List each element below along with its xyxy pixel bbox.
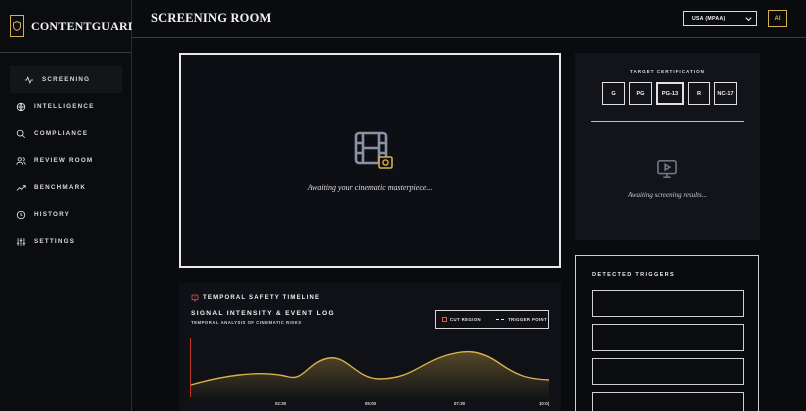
trigger-point-dash bbox=[495, 319, 504, 320]
chevron-down-icon bbox=[745, 17, 752, 22]
sidebar-item-label: INTELLIGENCE bbox=[34, 103, 95, 110]
legend-trigger-point: TRIGGER POINT bbox=[495, 317, 548, 322]
sidebar-item-label: SETTINGS bbox=[34, 238, 76, 245]
page-title: SCREENING ROOM bbox=[151, 11, 272, 25]
triggers-title: DETECTED TRIGGERS bbox=[592, 272, 676, 278]
sidebar-item-intelligence[interactable]: INTELLIGENCE bbox=[0, 93, 131, 120]
legend-label: CUT REGION bbox=[450, 317, 481, 322]
film-upload-icon bbox=[354, 131, 394, 176]
sidebar-item-label: COMPLIANCE bbox=[34, 130, 89, 137]
timeline-header-label: TEMPORAL SAFETY TIMELINE bbox=[203, 295, 321, 301]
x-tick: 07:30 bbox=[454, 401, 465, 406]
results-placeholder: Awaiting screening results... bbox=[627, 191, 707, 199]
video-upload-dropzone[interactable]: Awaiting your cinematic masterpiece... bbox=[179, 53, 561, 268]
rating-nc-17[interactable]: NC-17 bbox=[714, 82, 737, 105]
sidebar-item-compliance[interactable]: COMPLIANCE bbox=[0, 120, 131, 147]
monitor-play-icon bbox=[656, 159, 678, 184]
sidebar-item-history[interactable]: HISTORY bbox=[0, 201, 131, 228]
chart-legend: CUT REGION TRIGGER POINT bbox=[435, 310, 549, 329]
chart-title: SIGNAL INTENSITY & EVENT LOG bbox=[191, 310, 335, 317]
trigger-slot bbox=[592, 358, 744, 385]
sidebar-item-label: SCREENING bbox=[42, 76, 91, 83]
legend-cut-region: CUT REGION bbox=[442, 317, 481, 322]
shield-icon bbox=[10, 15, 24, 37]
sliders-icon bbox=[16, 237, 26, 246]
rating-options: G PG PG-13 R NC-17 bbox=[602, 82, 737, 105]
sidebar-item-settings[interactable]: SETTINGS bbox=[0, 228, 131, 255]
divider bbox=[591, 121, 744, 122]
chart-subtitle: TEMPORAL ANALYSIS OF CINEMATIC RISKS bbox=[191, 320, 302, 325]
sidebar-item-benchmark[interactable]: BENCHMARK bbox=[0, 174, 131, 201]
rating-g[interactable]: G bbox=[602, 82, 625, 105]
users-icon bbox=[16, 156, 26, 165]
sidebar-nav: SCREENING INTELLIGENCE COMPLIANCE REVIEW… bbox=[0, 53, 131, 255]
x-tick: 10:0( bbox=[539, 401, 550, 406]
ai-button[interactable]: AI bbox=[768, 10, 787, 27]
region-select-value: USA (MPAA) bbox=[692, 15, 726, 22]
rating-r[interactable]: R bbox=[688, 82, 710, 105]
app-root: CONTENTGUARD SCREENING INTELLIGENCE COMP… bbox=[0, 0, 806, 411]
globe-icon bbox=[16, 102, 26, 111]
rating-pg[interactable]: PG bbox=[629, 82, 652, 105]
sidebar-item-label: BENCHMARK bbox=[34, 184, 87, 191]
alert-screen-icon bbox=[191, 294, 199, 302]
x-tick: 05:00 bbox=[365, 401, 376, 406]
sidebar-item-screening[interactable]: SCREENING bbox=[10, 66, 122, 93]
rating-pg-13[interactable]: PG-13 bbox=[656, 82, 684, 105]
detected-triggers-panel: DETECTED TRIGGERS bbox=[575, 255, 759, 411]
clock-icon bbox=[16, 210, 26, 219]
temporal-safety-timeline: TEMPORAL SAFETY TIMELINE SIGNAL INTENSIT… bbox=[179, 283, 561, 411]
legend-label: TRIGGER POINT bbox=[507, 317, 548, 322]
trigger-slot bbox=[592, 290, 744, 317]
sidebar-item-label: HISTORY bbox=[34, 211, 71, 218]
upload-placeholder: Awaiting your cinematic masterpiece... bbox=[307, 183, 433, 192]
trigger-slot bbox=[592, 324, 744, 351]
trend-up-icon bbox=[16, 184, 26, 191]
timeline-header: TEMPORAL SAFETY TIMELINE bbox=[191, 294, 320, 302]
trigger-slot bbox=[592, 392, 744, 411]
sidebar: CONTENTGUARD SCREENING INTELLIGENCE COMP… bbox=[0, 0, 137, 411]
signal-area bbox=[191, 351, 549, 401]
sidebar-item-review-room[interactable]: REVIEW ROOM bbox=[0, 147, 131, 174]
brand-name: CONTENTGUARD bbox=[31, 18, 137, 33]
sidebar-item-label: REVIEW ROOM bbox=[34, 157, 94, 164]
search-icon bbox=[16, 129, 26, 138]
x-tick: 02:30 bbox=[275, 401, 286, 406]
certification-title: TARGET CERTIFICATION bbox=[630, 69, 705, 74]
pulse-icon bbox=[24, 75, 34, 84]
top-header: SCREENING ROOM USA (MPAA) AI bbox=[132, 0, 806, 38]
signal-chart bbox=[190, 338, 550, 401]
target-certification-panel: TARGET CERTIFICATION G PG PG-13 R NC-17 … bbox=[575, 53, 760, 240]
cut-region-swatch bbox=[442, 317, 447, 322]
brand[interactable]: CONTENTGUARD bbox=[0, 0, 137, 53]
region-select[interactable]: USA (MPAA) bbox=[683, 11, 757, 26]
